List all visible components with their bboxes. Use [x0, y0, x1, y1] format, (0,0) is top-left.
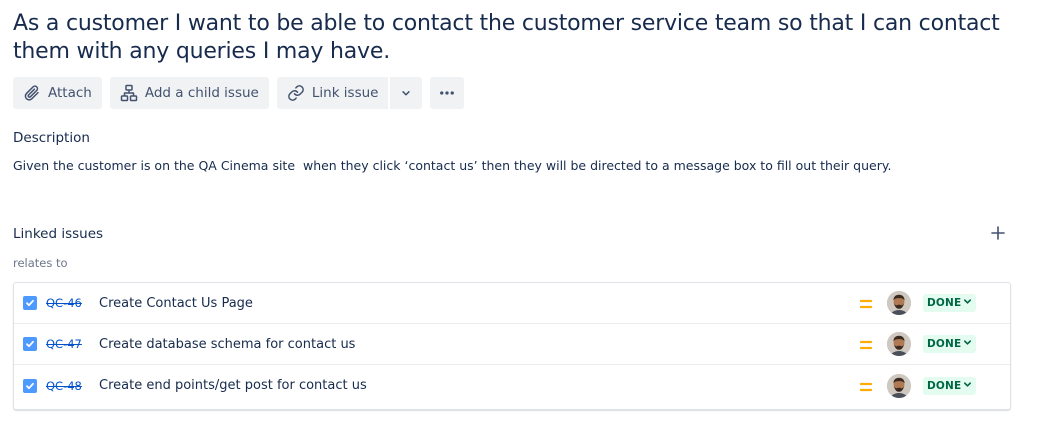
- issue-summary[interactable]: Create Contact Us Page: [99, 296, 253, 311]
- chevron-down-icon: [963, 297, 972, 309]
- linked-issues-list: QC-46 Create Contact Us Page DONE QC-47: [13, 282, 1011, 410]
- list-item[interactable]: QC-46 Create Contact Us Page DONE: [14, 283, 1010, 324]
- checkbox-icon: [23, 296, 37, 310]
- issue-summary[interactable]: Create end points/get post for contact u…: [99, 378, 367, 393]
- checkbox-icon: [23, 378, 37, 393]
- relation-type-label: relates to: [13, 256, 68, 270]
- priority-medium-icon: [859, 297, 873, 309]
- issue-title[interactable]: As a customer I want to be able to conta…: [13, 10, 1013, 66]
- status-badge[interactable]: DONE: [923, 376, 977, 395]
- issue-summary[interactable]: Create database schema for contact us: [99, 337, 355, 352]
- list-item[interactable]: QC-47 Create database schema for contact…: [14, 324, 1010, 365]
- linked-issues-heading: Linked issues: [13, 226, 104, 242]
- description-heading: Description: [13, 130, 90, 146]
- more-icon: [438, 84, 456, 102]
- description-text[interactable]: Given the customer is on the QA Cinema s…: [13, 158, 891, 173]
- issue-key-link[interactable]: QC-46: [46, 296, 82, 310]
- avatar[interactable]: [887, 291, 911, 315]
- add-linked-issue-button[interactable]: [986, 223, 1010, 247]
- avatar[interactable]: [887, 373, 911, 398]
- paperclip-icon: [23, 84, 41, 102]
- link-icon: [287, 84, 305, 102]
- list-item[interactable]: QC-48 Create end points/get post for con…: [14, 365, 1010, 406]
- chevron-down-icon: [963, 380, 972, 392]
- attach-label: Attach: [48, 85, 92, 101]
- more-actions-button[interactable]: [430, 77, 465, 109]
- priority-medium-icon: [859, 380, 873, 392]
- add-child-issue-button[interactable]: Add a child issue: [109, 77, 269, 109]
- chevron-down-icon: [399, 86, 413, 100]
- issue-toolbar: Attach Add a child issue Link issue: [13, 77, 465, 109]
- link-issue-label: Link issue: [311, 85, 379, 101]
- status-badge[interactable]: DONE: [923, 294, 977, 312]
- link-issue-button[interactable]: Link issue: [276, 77, 389, 109]
- status-badge[interactable]: DONE: [923, 335, 977, 353]
- issue-key-link[interactable]: QC-47: [46, 337, 82, 351]
- plus-icon: [990, 225, 1006, 246]
- hierarchy-icon: [120, 84, 138, 102]
- link-issue-split-button: Link issue: [276, 77, 423, 109]
- priority-medium-icon: [859, 338, 873, 350]
- link-issue-dropdown-button[interactable]: [390, 77, 423, 109]
- status-label: DONE: [927, 338, 962, 350]
- add-child-issue-label: Add a child issue: [144, 85, 259, 101]
- status-label: DONE: [927, 379, 962, 392]
- checkbox-icon: [23, 337, 37, 351]
- chevron-down-icon: [963, 338, 972, 350]
- status-label: DONE: [927, 297, 962, 309]
- issue-key-link[interactable]: QC-48: [46, 379, 82, 393]
- attach-button[interactable]: Attach: [13, 77, 102, 109]
- avatar[interactable]: [887, 332, 911, 356]
